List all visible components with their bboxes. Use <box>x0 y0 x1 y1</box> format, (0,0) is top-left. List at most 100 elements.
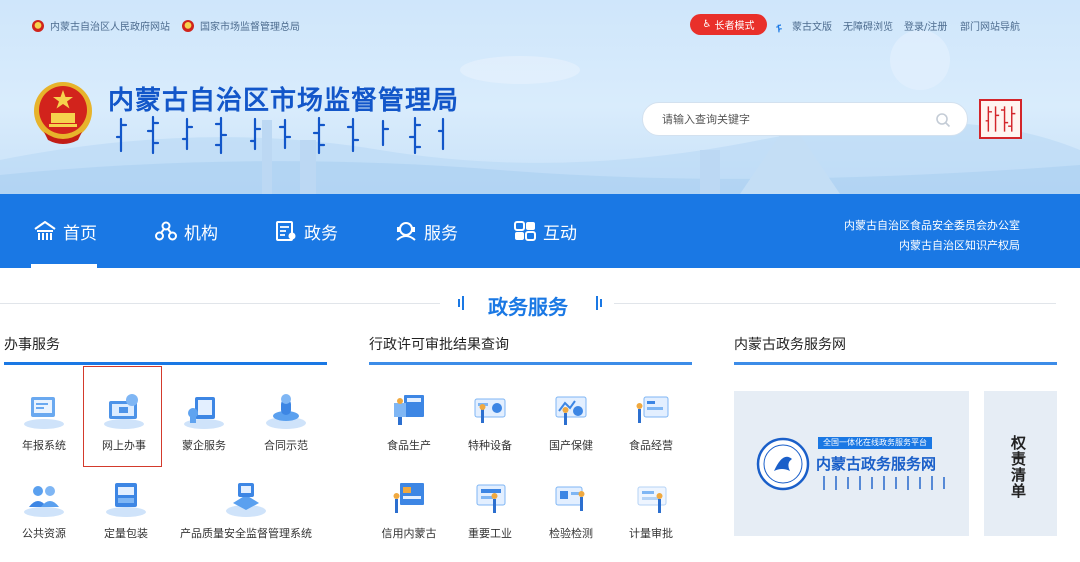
credit-icon <box>393 483 424 513</box>
ip-office-link[interactable]: 内蒙古自治区知识产权局 <box>844 236 1020 256</box>
home-icon <box>34 221 56 240</box>
highlight-box <box>83 366 162 467</box>
service-item-public-resource[interactable]: 公共资源 <box>4 479 84 541</box>
industry-icon <box>476 484 506 513</box>
banshi-column-title: 办事服务 <box>4 337 60 353</box>
quality-system-icon <box>226 483 266 517</box>
gov-title-underline <box>734 362 1057 365</box>
permit-item-label: 国产保健 <box>549 439 593 452</box>
main-nav: 首页 机构 政务 服务 互动 内蒙古自治区食品安全委员会办公室 内蒙古自治区知识… <box>0 194 1080 268</box>
samr-link[interactable]: 国家市场监督管理总局 <box>182 18 300 33</box>
top-bar: 内蒙古自治区人民政府网站 国家市场监督管理总局 ♿ 长者模式 ᠮ 蒙古文版 无障… <box>0 0 1080 48</box>
nav-item-interact[interactable]: 互动 <box>514 219 577 244</box>
affairs-icon <box>276 221 296 241</box>
nav-item-org-label: 机构 <box>184 223 218 244</box>
permit-item-label: 计量审批 <box>629 527 673 540</box>
food-safety-office-link[interactable]: 内蒙古自治区食品安全委员会办公室 <box>844 216 1020 236</box>
permit-item-label: 特种设备 <box>468 439 512 452</box>
gov-service-logo <box>756 437 810 491</box>
gov-banner-mongolian-script <box>823 476 945 490</box>
service-item-label: 年报系统 <box>22 439 66 452</box>
health-product-icon <box>555 396 587 425</box>
power-list-banner[interactable]: 权责清单 <box>984 391 1057 536</box>
permit-item-food-production[interactable]: 食品生产 <box>369 391 449 453</box>
gov-service-banner[interactable]: 全国一体化在线政务服务平台 内蒙古政务服务网 <box>734 391 969 536</box>
site-title: 内蒙古自治区市场监督管理局 <box>108 86 460 116</box>
site-header: 内蒙古自治区人民政府网站 国家市场监督管理总局 ♿ 长者模式 ᠮ 蒙古文版 无障… <box>0 0 1080 194</box>
elder-mode-button[interactable]: ♿ 长者模式 <box>690 14 767 35</box>
permit-item-health-product[interactable]: 国产保健 <box>531 391 611 453</box>
food-business-icon <box>636 396 669 423</box>
service-item-annual-report[interactable]: 年报系统 <box>4 391 84 453</box>
login-register-link[interactable]: 登录/注册 <box>904 18 947 33</box>
annual-report-icon <box>24 397 64 429</box>
elder-mode-label: 长者模式 <box>714 21 755 32</box>
permit-item-label: 食品生产 <box>387 439 431 452</box>
emblem-small-icon <box>182 19 194 32</box>
samr-link-label: 国家市场监督管理总局 <box>200 22 300 33</box>
service-item-label: 公共资源 <box>22 527 66 540</box>
permit-item-special-equipment[interactable]: 特种设备 <box>450 391 530 453</box>
interact-icon <box>514 221 536 241</box>
accessibility-link[interactable]: 无障碍浏览 <box>843 18 893 33</box>
seal-stamp-logo <box>979 99 1022 139</box>
section-bars-left-icon <box>458 296 464 310</box>
enterprise-service-icon <box>184 397 224 429</box>
permit-item-credit[interactable]: 信用内蒙古 <box>369 479 449 541</box>
nav-active-indicator <box>31 264 97 268</box>
mongolian-version-link[interactable]: 蒙古文版 <box>792 18 832 33</box>
contract-icon <box>266 394 306 429</box>
service-item-package[interactable]: 定量包装 <box>86 479 166 541</box>
nav-item-service[interactable]: 服务 <box>395 219 458 244</box>
search-box <box>642 102 968 136</box>
mongolian-script-icon: ᠮ <box>776 25 783 36</box>
national-emblem-logo <box>34 82 92 144</box>
nav-item-home-label: 首页 <box>63 223 97 244</box>
gov-site-link[interactable]: 内蒙古自治区人民政府网站 <box>32 18 170 33</box>
section-divider-right <box>614 303 1056 304</box>
special-equipment-icon <box>474 398 506 423</box>
search-icon[interactable] <box>935 112 951 128</box>
gov-column-title: 内蒙古政务服务网 <box>734 337 846 353</box>
section-title: 政务服务 <box>488 295 568 319</box>
section-bars-right-icon <box>596 296 602 310</box>
nav-item-affairs-label: 政务 <box>304 223 338 244</box>
public-resource-icon <box>24 486 64 517</box>
package-icon <box>106 483 146 517</box>
permit-item-label: 重要工业 <box>468 527 512 540</box>
search-input[interactable] <box>662 112 932 126</box>
permit-item-measurement[interactable]: 计量审批 <box>611 479 691 541</box>
dept-nav-link[interactable]: 部门网站导航 <box>960 18 1020 33</box>
power-list-label: 权责清单 <box>1011 434 1027 500</box>
gov-site-link-label: 内蒙古自治区人民政府网站 <box>50 22 170 33</box>
service-item-label: 蒙企服务 <box>182 439 226 452</box>
inspection-icon <box>555 486 585 511</box>
xingzheng-title-underline <box>369 362 692 365</box>
nav-item-affairs[interactable]: 政务 <box>275 219 338 244</box>
permit-item-industry[interactable]: 重要工业 <box>450 479 530 541</box>
banshi-title-underline <box>4 362 327 365</box>
service-item-contract[interactable]: 合同示范 <box>246 391 326 453</box>
nav-side-links: 内蒙古自治区食品安全委员会办公室 内蒙古自治区知识产权局 <box>844 216 1020 256</box>
gov-banner-title: 内蒙古政务服务网 <box>816 455 937 473</box>
food-production-icon <box>394 395 424 425</box>
nav-item-interact-label: 互动 <box>543 223 577 244</box>
section-header: 政务服务 <box>0 288 1080 319</box>
permit-item-inspection[interactable]: 检验检测 <box>531 479 611 541</box>
permit-item-label: 检验检测 <box>549 527 593 540</box>
permit-item-food-business[interactable]: 食品经营 <box>611 391 691 453</box>
emblem-small-icon <box>32 19 44 32</box>
service-item-quality-system[interactable]: 产品质量安全监督管理系统 <box>166 479 326 541</box>
service-item-enterprise[interactable]: 蒙企服务 <box>164 391 244 453</box>
section-divider-left <box>0 303 440 304</box>
service-item-label: 合同示范 <box>264 439 308 452</box>
nav-item-home[interactable]: 首页 <box>34 219 97 244</box>
gov-banner-pill: 全国一体化在线政务服务平台 <box>818 437 932 449</box>
permit-item-label: 信用内蒙古 <box>381 527 437 540</box>
elder-icon: ♿ <box>702 19 712 30</box>
xingzheng-column-title: 行政许可审批结果查询 <box>369 337 509 353</box>
service-item-label: 定量包装 <box>104 527 148 540</box>
service-item-label: 产品质量安全监督管理系统 <box>180 527 312 540</box>
nav-item-org[interactable]: 机构 <box>155 219 218 244</box>
permit-item-label: 食品经营 <box>629 439 673 452</box>
